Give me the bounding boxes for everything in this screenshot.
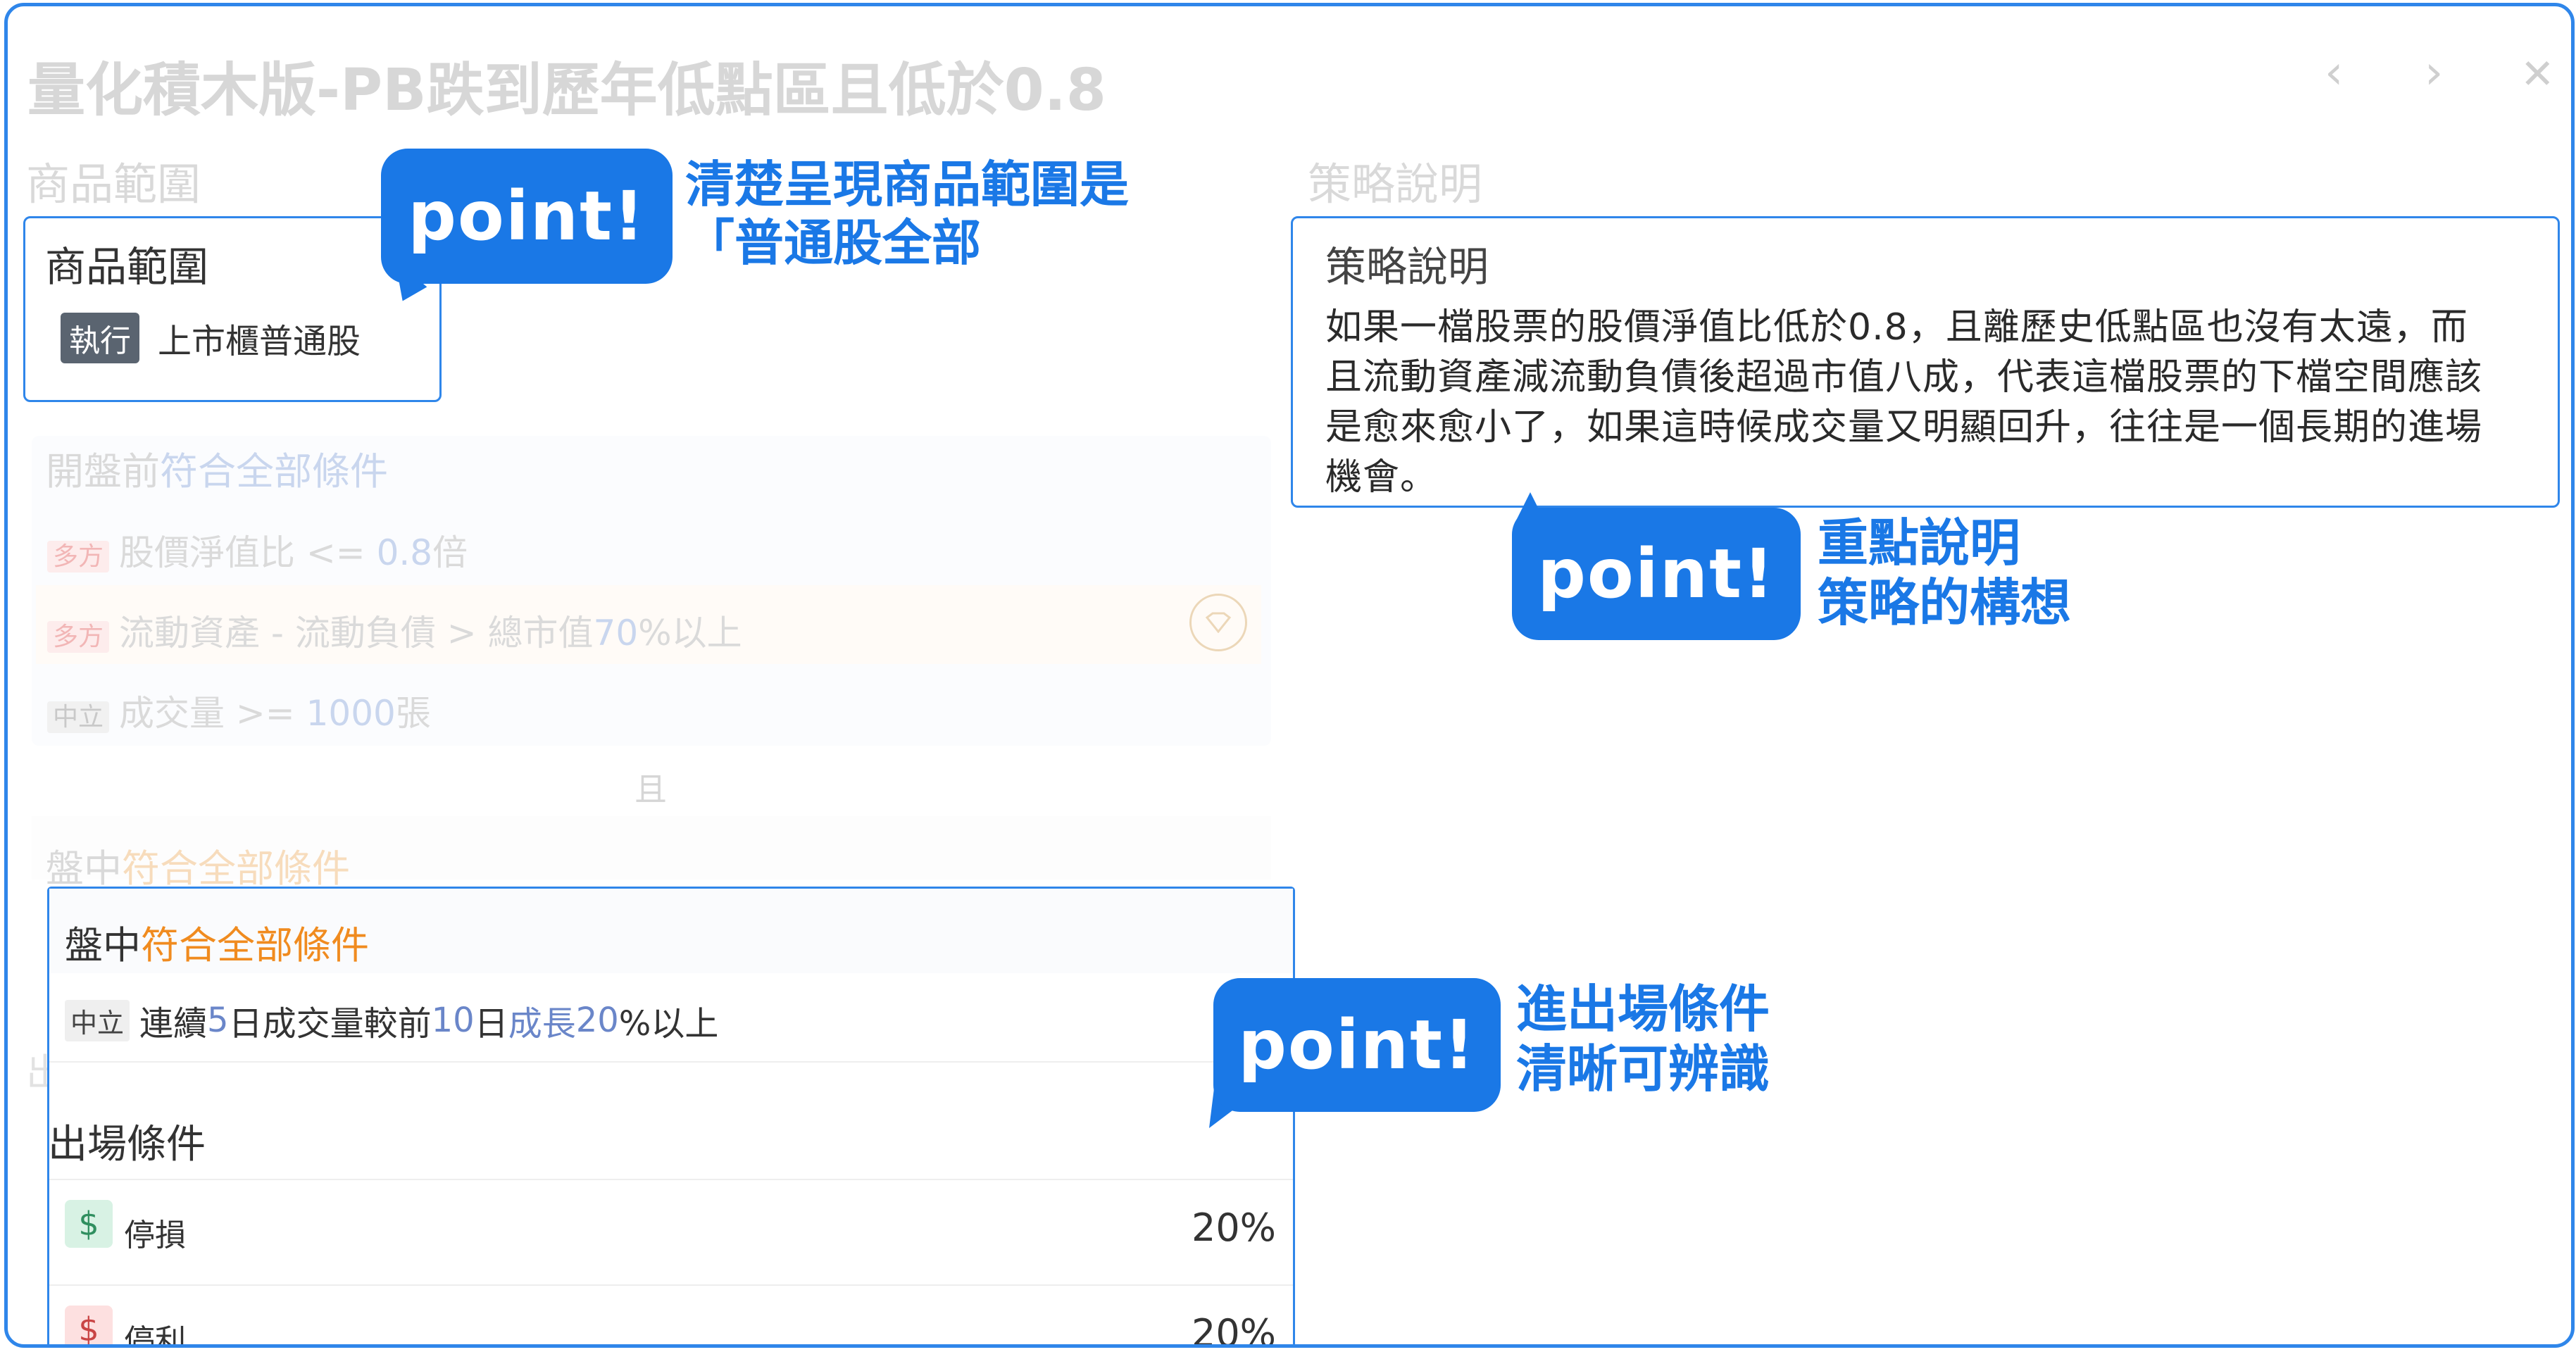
point-badge-3: point!	[1213, 978, 1501, 1112]
product-range-box: 商品範圍 執行 上市櫃普通股	[23, 216, 442, 402]
strategy-description-box: 策略說明 如果一檔股票的股價淨值比低於0.8，且離歷史低點區也沒有太遠，而 且流…	[1291, 216, 2560, 508]
exit-item-value: 20%	[1191, 1206, 1276, 1250]
premarket-label: 開盤前符合全部條件	[46, 449, 388, 494]
strategy-heading: 策略說明	[1325, 243, 1489, 291]
callout-text-3: 進出場條件 清晰可辨識	[1516, 979, 1770, 1098]
strategy-line: 機會。	[1325, 456, 1438, 499]
intraday-condition: 中立 連續 5 日成交量較前 10 日成長 20 %以上	[65, 996, 718, 1045]
next-icon[interactable]: ›	[2425, 45, 2443, 99]
point-badge-2: point!	[1512, 508, 1801, 640]
prev-icon[interactable]: ‹	[2325, 45, 2343, 99]
conditions-box: 盤中符合全部條件 中立 連續 5 日成交量較前 10 日成長 20 %以上 出場條件 $ 停…	[47, 887, 1295, 1348]
product-range-value: 上市櫃普通股	[158, 322, 361, 361]
intraday-faint-label: 盤中符合全部條件	[46, 846, 350, 891]
callout-text-2: 重點說明 策略的構想	[1818, 513, 2072, 632]
strategy-line: 如果一檔股票的股價淨值比低於0.8，且離歷史低點區也沒有太遠，而	[1325, 306, 2468, 349]
exit-item-stop-loss[interactable]: $ 停損 20%	[49, 1180, 1293, 1286]
strategy-line: 是愈來愈小了，如果這時候成交量又明顯回升，往往是一個長期的進場	[1325, 406, 2483, 449]
premarket-condition-3: 中立 成交量 >= 1000張	[47, 685, 431, 736]
intraday-heading: 盤中符合全部條件	[65, 923, 369, 968]
exit-item-value: 20%	[1191, 1311, 1276, 1348]
product-section-label: 商品範圍	[26, 158, 201, 210]
callout-text-1: 清楚呈現商品範圍是 「普通股全部	[685, 156, 1129, 272]
strategy-line: 且流動資產減流動負債後超過市值八成，代表這檔股票的下檔空間應該	[1325, 356, 2483, 399]
exit-heading: 出場條件	[48, 1122, 206, 1168]
and-joiner: 且	[634, 770, 667, 808]
dollar-icon: $	[65, 1200, 113, 1248]
strategy-section-label: 策略說明	[1308, 158, 1483, 210]
execute-tag: 執行	[61, 313, 139, 363]
exit-item-take-profit[interactable]: $ 停利 20%	[49, 1286, 1293, 1348]
close-icon[interactable]: ✕	[2520, 50, 2555, 98]
product-range-heading: 商品範圍	[45, 243, 209, 291]
exit-item-label: 停損	[124, 1218, 186, 1253]
diamond-icon[interactable]	[1189, 594, 1247, 651]
point-badge-1: point!	[381, 149, 673, 284]
exit-item-label: 停利	[124, 1323, 186, 1348]
premarket-condition-1: 多方 股價淨值比 <= 0.8倍	[47, 525, 468, 575]
premarket-condition-2: 多方 流動資產 - 流動負債 > 總市值70%以上	[47, 605, 742, 656]
dollar-icon: $	[65, 1306, 113, 1344]
dialog-title: 量化積木版-PB跌到歷年低點區且低於0.8	[27, 57, 1106, 124]
strategy-dialog: 量化積木版-PB跌到歷年低點區且低於0.8 ‹ › ✕ 商品範圍 商品範圍 執行…	[4, 3, 2575, 1348]
strategy-description: 如果一檔股票的股價淨值比低於0.8，且離歷史低點區也沒有太遠，而 且流動資產減流…	[1325, 303, 2551, 503]
